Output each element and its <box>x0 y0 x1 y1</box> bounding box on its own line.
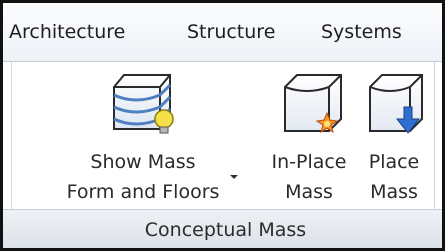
tab-structure[interactable]: Structure <box>187 21 275 43</box>
ribbon-window: Architecture Structure Systems Show Mass… <box>0 0 445 251</box>
tab-systems[interactable]: Systems <box>321 21 402 43</box>
place-mass-button[interactable]: Place Mass <box>358 65 430 205</box>
mass-floors-lightbulb-icon <box>108 69 178 145</box>
in-place-mass-button[interactable]: In-Place Mass <box>261 65 357 205</box>
place-mass-label-line2: Mass <box>370 181 418 203</box>
place-mass-label-line1: Place <box>368 151 420 173</box>
show-mass-form-and-floors-button[interactable]: Show Mass Form and Floors <box>63 65 223 205</box>
ribbon-tab-bar: Architecture Structure Systems <box>3 3 442 61</box>
show-mass-label-line2: Form and Floors <box>66 181 220 203</box>
show-mass-dropdown-arrow-icon[interactable] <box>230 175 238 179</box>
mass-sparkle-icon <box>281 69 347 145</box>
panel-title: Conceptual Mass <box>144 219 307 241</box>
in-place-mass-label-line2: Mass <box>285 181 333 203</box>
in-place-mass-label-line1: In-Place <box>271 151 347 173</box>
tab-architecture[interactable]: Architecture <box>9 21 125 43</box>
panel-title-bar: Conceptual Mass <box>3 209 442 248</box>
show-mass-label-line1: Show Mass <box>90 151 196 173</box>
mass-down-arrow-icon <box>366 69 428 145</box>
